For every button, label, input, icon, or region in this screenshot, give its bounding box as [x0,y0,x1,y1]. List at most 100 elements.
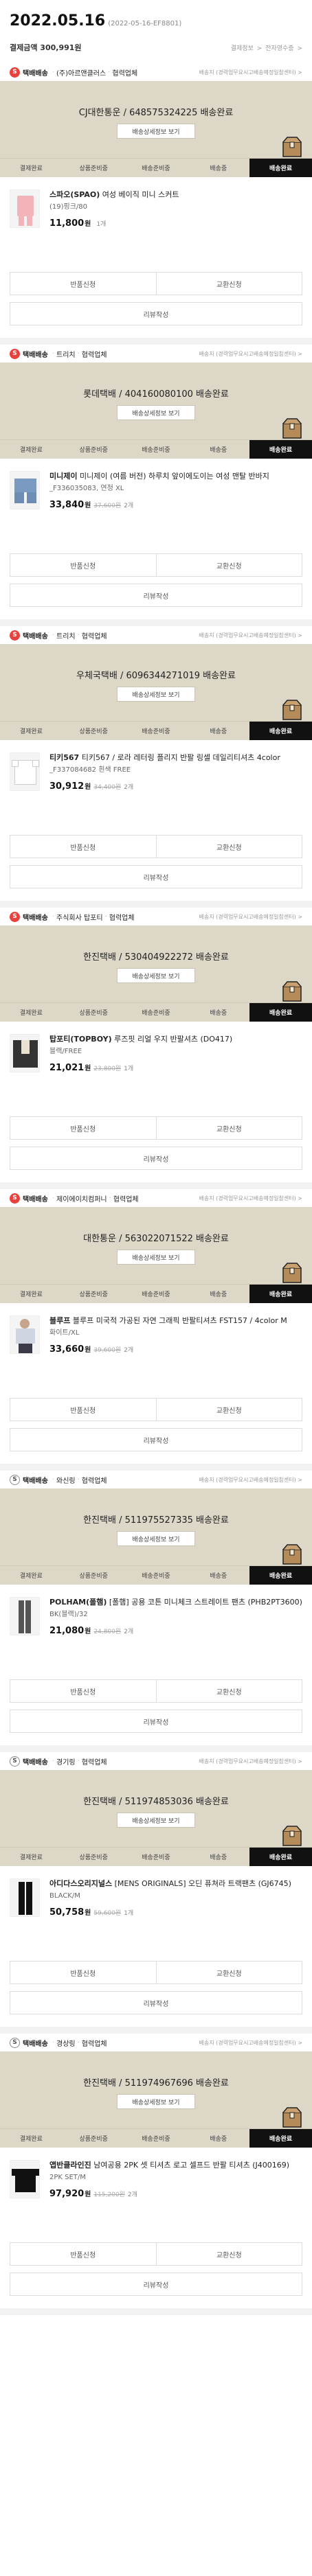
box-icon [282,137,302,157]
contact-seller[interactable]: 협력업체 [112,67,137,78]
product-name[interactable]: 스파오(SPAO) 여성 베이직 미니 스커트 [49,189,302,200]
product-thumbnail[interactable] [10,1315,40,1354]
shipping-address-link[interactable]: 배송지 (경력업무요시고배송예정일참센터) > [199,913,302,921]
write-review-button[interactable]: 리뷰작성 [10,1147,302,1170]
write-review-button[interactable]: 리뷰작성 [10,1428,302,1451]
contact-seller[interactable]: 협력업체 [82,1756,107,1767]
write-review-button[interactable]: 리뷰작성 [10,584,302,607]
return-request-button[interactable]: 반품신청 [10,1116,157,1140]
contact-seller[interactable]: 협력업체 [82,349,107,359]
product-row[interactable]: 미니제이 미니제이 (여름 버전) 하루치 앞이에도이는 여성 맨탈 반바지 _… [0,459,312,553]
contact-seller[interactable]: 협력업체 [113,1193,139,1204]
exchange-request-button[interactable]: 교환신청 [156,835,302,858]
write-review-button[interactable]: 리뷰작성 [10,865,302,888]
receipt-link[interactable]: 전자영수증 [265,45,293,52]
product-name[interactable]: 아디다스오리지널스 [MENS ORIGINALS] 오딘 퓨쳐라 트랙팬츠 (… [49,1878,302,1889]
shipment-header: S 택배배송 · 와신링 · 협력업체 배송지 (경력업무요시고배송예정일참센터… [0,1471,312,1488]
product-row[interactable]: 티키567 티키567 / 로라 레터링 플리지 반팔 링셀 데일리티셔츠 4c… [0,740,312,835]
exchange-request-button[interactable]: 교환신청 [156,1679,302,1703]
seller-name[interactable]: 주식회사 탑포티 [56,912,103,922]
write-review-button[interactable]: 리뷰작성 [10,1991,302,2014]
contact-seller[interactable]: 협력업체 [82,630,107,641]
shipping-address-link[interactable]: 배송지 (경력업무요시고배송예정일참센터) > [199,350,302,358]
product-row[interactable]: 블루프 블루프 미국적 가공된 자연 그래픽 반팔티셔츠 FST157 / 4c… [0,1303,312,1398]
return-request-button[interactable]: 반품신청 [10,835,157,858]
write-review-button[interactable]: 리뷰작성 [10,302,302,325]
shipping-type: 택배배송 [23,914,48,922]
product-name[interactable]: 티키567 티키567 / 로라 레터링 플리지 반팔 링셀 데일리티셔츠 4c… [49,752,302,763]
product-price: 50,758 원 59,600원 1개 [49,1907,134,1918]
shipping-address-link[interactable]: 배송지 (경력업무요시고배송예정일참센터) > [199,1758,302,1765]
exchange-request-button[interactable]: 교환신청 [156,553,302,577]
tracking-detail-button[interactable]: 배송상세정보 보기 [117,968,195,983]
product-name[interactable]: 앱반클라인진 남여공용 2PK 셋 티셔츠 로고 셀프드 반팔 티셔츠 (J40… [49,2160,302,2171]
seller-name[interactable]: 제이에이치컴퍼니 [56,1193,107,1204]
tracking-detail-button[interactable]: 배송상세정보 보기 [117,687,195,702]
tracking-detail-button[interactable]: 배송상세정보 보기 [117,1250,195,1265]
payment-info-link[interactable]: 결제정보 [231,45,254,52]
return-request-button[interactable]: 반품신청 [10,553,157,577]
seller-name[interactable]: 경기링 [56,1756,76,1767]
action-row: 반품신청 교환신청 [0,835,312,858]
product-row[interactable]: 스파오(SPAO) 여성 베이직 미니 스커트 (19)핑크/80 11,800… [0,177,312,272]
exchange-request-button[interactable]: 교환신청 [156,1398,302,1421]
product-row[interactable]: POLHAM(폴햄) [폴햄] 공용 코튼 미니체크 스트레이트 팬츠 (PHB… [0,1585,312,1679]
tracking-detail-button[interactable]: 배송상세정보 보기 [117,124,195,139]
return-request-button[interactable]: 반품신청 [10,1679,157,1703]
shipping-type: 택배배송 [23,1195,48,1204]
delivery-badge-icon: S [10,2037,20,2048]
shipping-address-link[interactable]: 배송지 (경력업무요시고배송예정일참센터) > [199,1476,302,1484]
order-card: S 택배배송 · 트리치 · 협력업체 배송지 (경력업무요시고배송예정일참센터… [0,626,312,901]
return-request-button[interactable]: 반품신청 [10,1961,157,1984]
product-name[interactable]: POLHAM(폴햄) [폴햄] 공용 코튼 미니체크 스트레이트 팬츠 (PHB… [49,1597,302,1608]
product-row[interactable]: 탑포티(TOPBOY) 루즈핏 리얼 우지 반팔셔츠 (DO417) 블랙/FR… [0,1022,312,1116]
product-thumbnail[interactable] [10,2160,40,2198]
seller-name[interactable]: 경상링 [56,2038,76,2048]
seller-name[interactable]: (주)아르앤클러스 [56,67,106,78]
write-review-button[interactable]: 리뷰작성 [10,2273,302,2296]
contact-seller[interactable]: 협력업체 [109,912,135,922]
exchange-request-button[interactable]: 교환신청 [156,272,302,295]
product-thumbnail[interactable] [10,1034,40,1072]
product-price: 30,912 원 34,400원 2개 [49,781,134,792]
product-name[interactable]: 블루프 블루프 미국적 가공된 자연 그래픽 반팔티셔츠 FST157 / 4c… [49,1315,302,1326]
product-thumbnail[interactable] [10,189,40,228]
tracking-panel: 한진택배 / 511974853036 배송완료 배송상세정보 보기 [0,1770,312,1847]
review-row: 리뷰작성 [0,2273,312,2296]
seller-name[interactable]: 와신링 [56,1475,76,1485]
return-request-button[interactable]: 반품신청 [10,2242,157,2266]
tracking-detail-button[interactable]: 배송상세정보 보기 [117,2094,195,2109]
tracking-panel: 롯데택배 / 404160080100 배송완료 배송상세정보 보기 [0,363,312,439]
shipment-header: S 택배배송 · (주)아르앤클러스 · 협력업체 배송지 (경력업무요시고배송… [0,63,312,81]
shipping-address-link[interactable]: 배송지 (경력업무요시고배송예정일참센터) > [199,69,302,76]
exchange-request-button[interactable]: 교환신청 [156,1961,302,1984]
product-row[interactable]: 앱반클라인진 남여공용 2PK 셋 티셔츠 로고 셀프드 반팔 티셔츠 (J40… [0,2148,312,2242]
return-request-button[interactable]: 반품신청 [10,1398,157,1421]
action-row: 반품신청 교환신청 [0,2242,312,2266]
product-thumbnail[interactable] [10,1878,40,1917]
product-thumbnail[interactable] [10,471,40,509]
product-thumbnail[interactable] [10,1597,40,1635]
contact-seller[interactable]: 협력업체 [82,1475,107,1485]
tracking-detail-button[interactable]: 배송상세정보 보기 [117,1531,195,1546]
tracking-detail-button[interactable]: 배송상세정보 보기 [117,1813,195,1828]
seller-name[interactable]: 트리치 [56,349,76,359]
shipping-address-link[interactable]: 배송지 (경력업무요시고배송예정일참센터) > [199,1195,302,1202]
separator-dot: · [52,1194,54,1202]
exchange-request-button[interactable]: 교환신청 [156,1116,302,1140]
shipping-address-link[interactable]: 배송지 (경력업무요시고배송예정일참센터) > [199,2039,302,2047]
contact-seller[interactable]: 협력업체 [82,2038,107,2048]
product-price: 21,021 원 23,800원 1개 [49,1063,134,1073]
seller-name[interactable]: 트리치 [56,630,76,641]
exchange-request-button[interactable]: 교환신청 [156,2242,302,2266]
write-review-button[interactable]: 리뷰작성 [10,1710,302,1733]
delivery-badge-icon: S [10,1756,20,1767]
tracking-detail-button[interactable]: 배송상세정보 보기 [117,405,195,420]
product-thumbnail[interactable] [10,752,40,791]
product-row[interactable]: 아디다스오리지널스 [MENS ORIGINALS] 오딘 퓨쳐라 트랙팬츠 (… [0,1866,312,1961]
product-name[interactable]: 탑포티(TOPBOY) 루즈핏 리얼 우지 반팔셔츠 (DO417) [49,1034,302,1045]
shipping-address-link[interactable]: 배송지 (경력업무요시고배송예정일참센터) > [199,632,302,639]
product-name[interactable]: 미니제이 미니제이 (여름 버전) 하루치 앞이에도이는 여성 맨탈 반바지 [49,471,302,482]
return-request-button[interactable]: 반품신청 [10,272,157,295]
step-1: 결제완료 [19,1854,43,1861]
